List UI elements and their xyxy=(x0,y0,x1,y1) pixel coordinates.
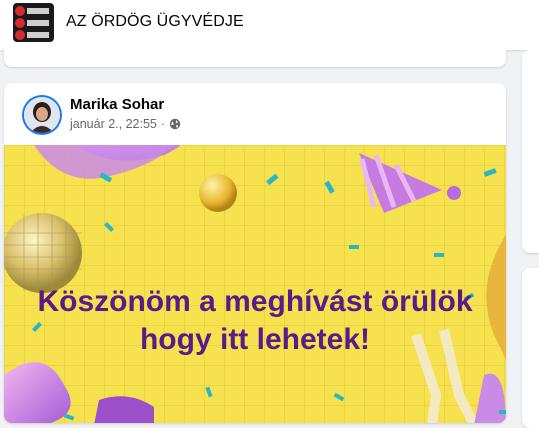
globe-icon[interactable] xyxy=(169,118,181,130)
post-timestamp[interactable]: január 2., 22:55 xyxy=(70,117,157,131)
group-title[interactable]: AZ ÖRDÖG ÜGYVÉDJE xyxy=(66,13,244,31)
post-card: Marika Sohar január 2., 22:55 · Köszönöm… xyxy=(4,83,506,423)
right-column-card xyxy=(522,50,539,253)
meta-separator: · xyxy=(160,117,166,131)
avatar-photo xyxy=(24,97,60,133)
post-image[interactable]: Köszönöm a meghívást örülök hogy itt leh… xyxy=(4,145,506,423)
image-caption-line2: hogy itt lehetek! xyxy=(139,323,371,356)
group-header: AZ ÖRDÖG ÜGYVÉDJE xyxy=(0,0,539,50)
image-caption-line1: Köszönöm a meghívást örülök xyxy=(37,285,473,318)
group-thumbnail[interactable] xyxy=(13,3,54,42)
post-meta: január 2., 22:55 · xyxy=(70,117,181,131)
post-author[interactable]: Marika Sohar xyxy=(70,96,164,113)
right-column-card-2 xyxy=(522,268,539,428)
previous-post-card xyxy=(4,50,506,67)
avatar[interactable] xyxy=(22,95,62,135)
